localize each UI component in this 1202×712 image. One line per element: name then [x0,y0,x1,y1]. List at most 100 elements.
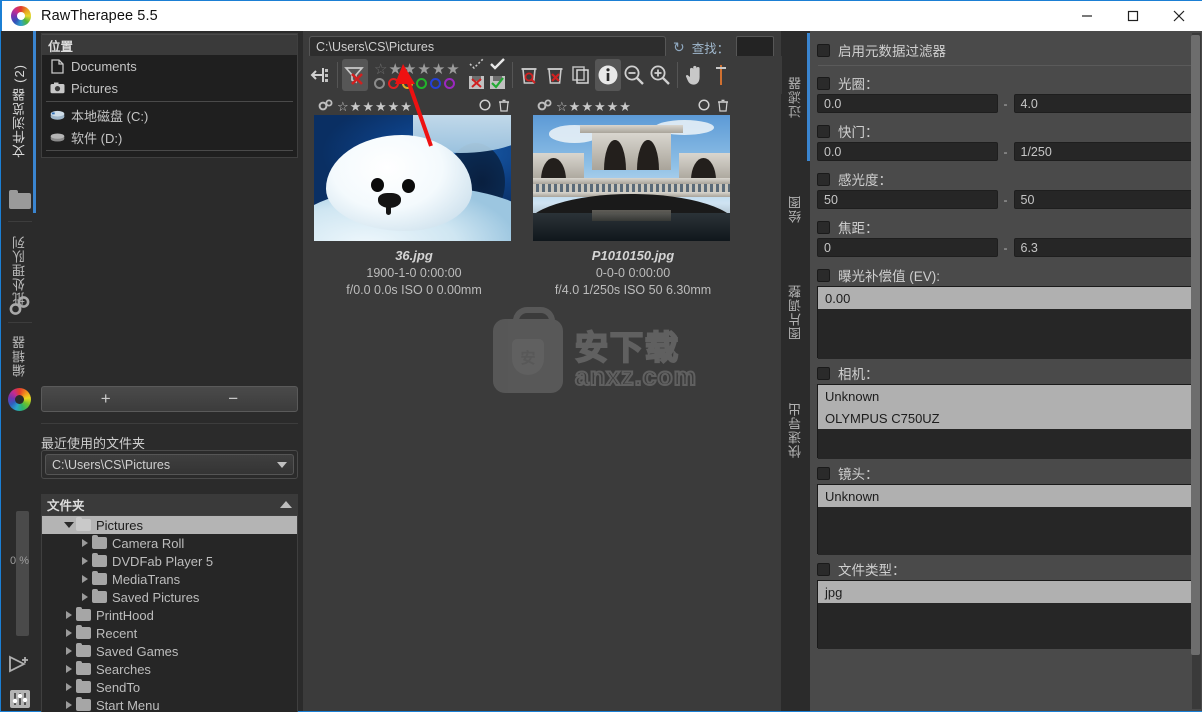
folder-tree-item[interactable]: PrintHood [42,606,297,624]
right-panel-scrollbar-thumb[interactable] [1191,35,1200,655]
folder-tree-item[interactable]: Start Menu [42,696,297,712]
places-item-pictures[interactable]: Pictures [42,77,297,99]
places-item-local-disk-c[interactable]: 本地磁盘 (C:) [42,104,297,126]
chevron-right-icon[interactable] [78,593,92,601]
star-icon[interactable]: ★ [569,99,581,115]
star-icon[interactable]: ☆ [337,99,349,115]
range-filter-from[interactable]: 0 [817,238,998,257]
folder-tree-item[interactable]: Saved Games [42,642,297,660]
list-filter-listbox[interactable]: 0.00 [817,286,1194,359]
star-icon[interactable]: ★ [619,99,631,115]
star-icon[interactable]: ★ [362,99,374,115]
list-filter-checkbox-row[interactable]: 相机： [810,362,1202,384]
tab-quick-export[interactable]: 快速导出 [782,375,808,485]
remove-place-button[interactable]: − [170,387,298,411]
zoom-out-icon[interactable] [621,59,647,91]
list-filter-option[interactable]: jpg [818,581,1193,603]
list-filter-checkbox-row[interactable]: 曝光补偿值 (EV): [810,264,1202,286]
tab-drawing[interactable]: 绘图 [782,169,808,249]
folders-header[interactable]: 文件夹 [41,494,298,515]
range-filter-from[interactable]: 50 [817,190,998,209]
range-filter-checkbox-row[interactable]: 感光度： [810,168,1202,190]
folder-tree[interactable]: Pictures Camera Roll DVDFab Player 5 MediaT… [41,515,298,712]
save-unedited-icon[interactable] [468,75,485,93]
folder-tree-item[interactable]: MediaTrans [42,570,297,588]
chevron-right-icon[interactable] [78,575,92,583]
range-filter-checkbox-row[interactable]: 光圈： [810,72,1202,94]
star-icon[interactable]: ☆ [556,99,568,115]
list-filter-listbox[interactable]: Unknown OLYMPUS C750UZ [817,384,1194,459]
thumbnail-grid[interactable]: ☆ ★ ★ ★ ★ ★ 36.jpg 1900-1-0 0:00:00 f/0.… [307,96,781,711]
maximize-button[interactable] [1110,1,1156,32]
minimize-button[interactable] [1064,1,1110,32]
folder-tree-item[interactable]: Recent [42,624,297,642]
star-icon[interactable]: ★ [594,99,606,115]
folder-tree-item[interactable]: SendTo [42,678,297,696]
list-filter-checkbox[interactable] [817,466,830,480]
list-filter-option[interactable]: Unknown [818,385,1193,407]
sidebar-item-editor[interactable]: 编辑器 [2,327,37,385]
chevron-up-icon[interactable] [280,501,292,508]
range-filter-from[interactable]: 0.0 [817,94,998,113]
range-filter-to[interactable]: 50 [1013,190,1194,209]
list-filter-listbox[interactable]: jpg [817,580,1194,649]
range-filter-to[interactable]: 1/250 [1013,142,1194,161]
range-filter-checkbox[interactable] [817,76,830,90]
list-filter-checkbox-row[interactable]: 镜头： [810,462,1202,484]
list-filter-option[interactable]: 0.00 [818,287,1193,309]
chevron-down-icon[interactable] [62,522,76,528]
chevron-right-icon[interactable] [78,539,92,547]
clear-filters-icon[interactable] [342,59,368,91]
thumbnail-cell[interactable]: ☆ ★ ★ ★ ★ ★ [533,98,733,297]
star-icon[interactable]: ★ [350,99,362,115]
processing-profile-icon[interactable] [537,99,552,114]
folder-tree-item[interactable]: Searches [42,660,297,678]
range-filter-checkbox[interactable] [817,124,830,138]
copy-profile-icon[interactable] [569,59,595,91]
right-panel-scrollbar-track[interactable] [1191,33,1201,709]
delete-to-trash-icon[interactable] [517,59,543,91]
chevron-right-icon[interactable] [62,647,76,655]
list-filter-checkbox[interactable] [817,562,830,576]
range-filter-to[interactable]: 6.3 [1013,238,1194,257]
thumbnail-image-bridge[interactable] [533,115,730,241]
enable-metadata-filter-checkbox[interactable] [817,43,830,57]
list-filter-checkbox[interactable] [817,268,830,282]
chevron-right-icon[interactable] [62,629,76,637]
path-input[interactable]: C:\Users\CS\Pictures [309,36,666,58]
enable-metadata-filter-row[interactable]: 启用元数据过滤器 [810,39,1202,61]
zoom-in-icon[interactable] [647,59,673,91]
star-icon[interactable]: ★ [375,99,387,115]
color-label-icon[interactable] [698,99,710,114]
tab-filters[interactable]: 过滤器 [782,37,808,157]
hand-tool-icon[interactable] [682,59,708,91]
places-item-documents[interactable]: Documents [42,55,297,77]
folder-tree-item[interactable]: Camera Roll [42,534,297,552]
straighten-tool-icon[interactable] [708,59,734,91]
star-icon[interactable]: ★ [581,99,593,115]
thumbnail-star-rating[interactable]: ☆ ★ ★ ★ ★ ★ [556,99,631,115]
check-unedited-icon[interactable] [468,57,485,73]
info-icon[interactable] [594,59,621,91]
star-filter-icon[interactable]: ☆ [374,62,387,77]
add-place-button[interactable]: + [42,387,170,411]
range-filter-checkbox[interactable] [817,220,830,234]
list-filter-option[interactable]: OLYMPUS C750UZ [818,407,1193,429]
trash-icon[interactable] [498,99,510,115]
list-filter-checkbox[interactable] [817,366,830,380]
chevron-right-icon[interactable] [62,611,76,619]
trash-icon[interactable] [717,99,729,115]
folder-tree-item[interactable]: Saved Pictures [42,588,297,606]
chevron-right-icon[interactable] [62,665,76,673]
close-button[interactable] [1156,1,1202,32]
find-input[interactable] [736,36,775,58]
refresh-icon[interactable]: ↻ [673,39,685,56]
sidebar-item-file-browser[interactable]: 文件浏览器 (2) [2,37,37,185]
range-filter-checkbox-row[interactable]: 快门： [810,120,1202,142]
tab-image-adjustments[interactable]: 图片调整 [782,257,808,367]
check-edited-icon[interactable] [489,57,506,73]
list-filter-option[interactable]: Unknown [818,485,1193,507]
range-filter-to[interactable]: 4.0 [1013,94,1194,113]
star-icon[interactable]: ★ [607,99,619,115]
folder-tree-item[interactable]: DVDFab Player 5 [42,552,297,570]
